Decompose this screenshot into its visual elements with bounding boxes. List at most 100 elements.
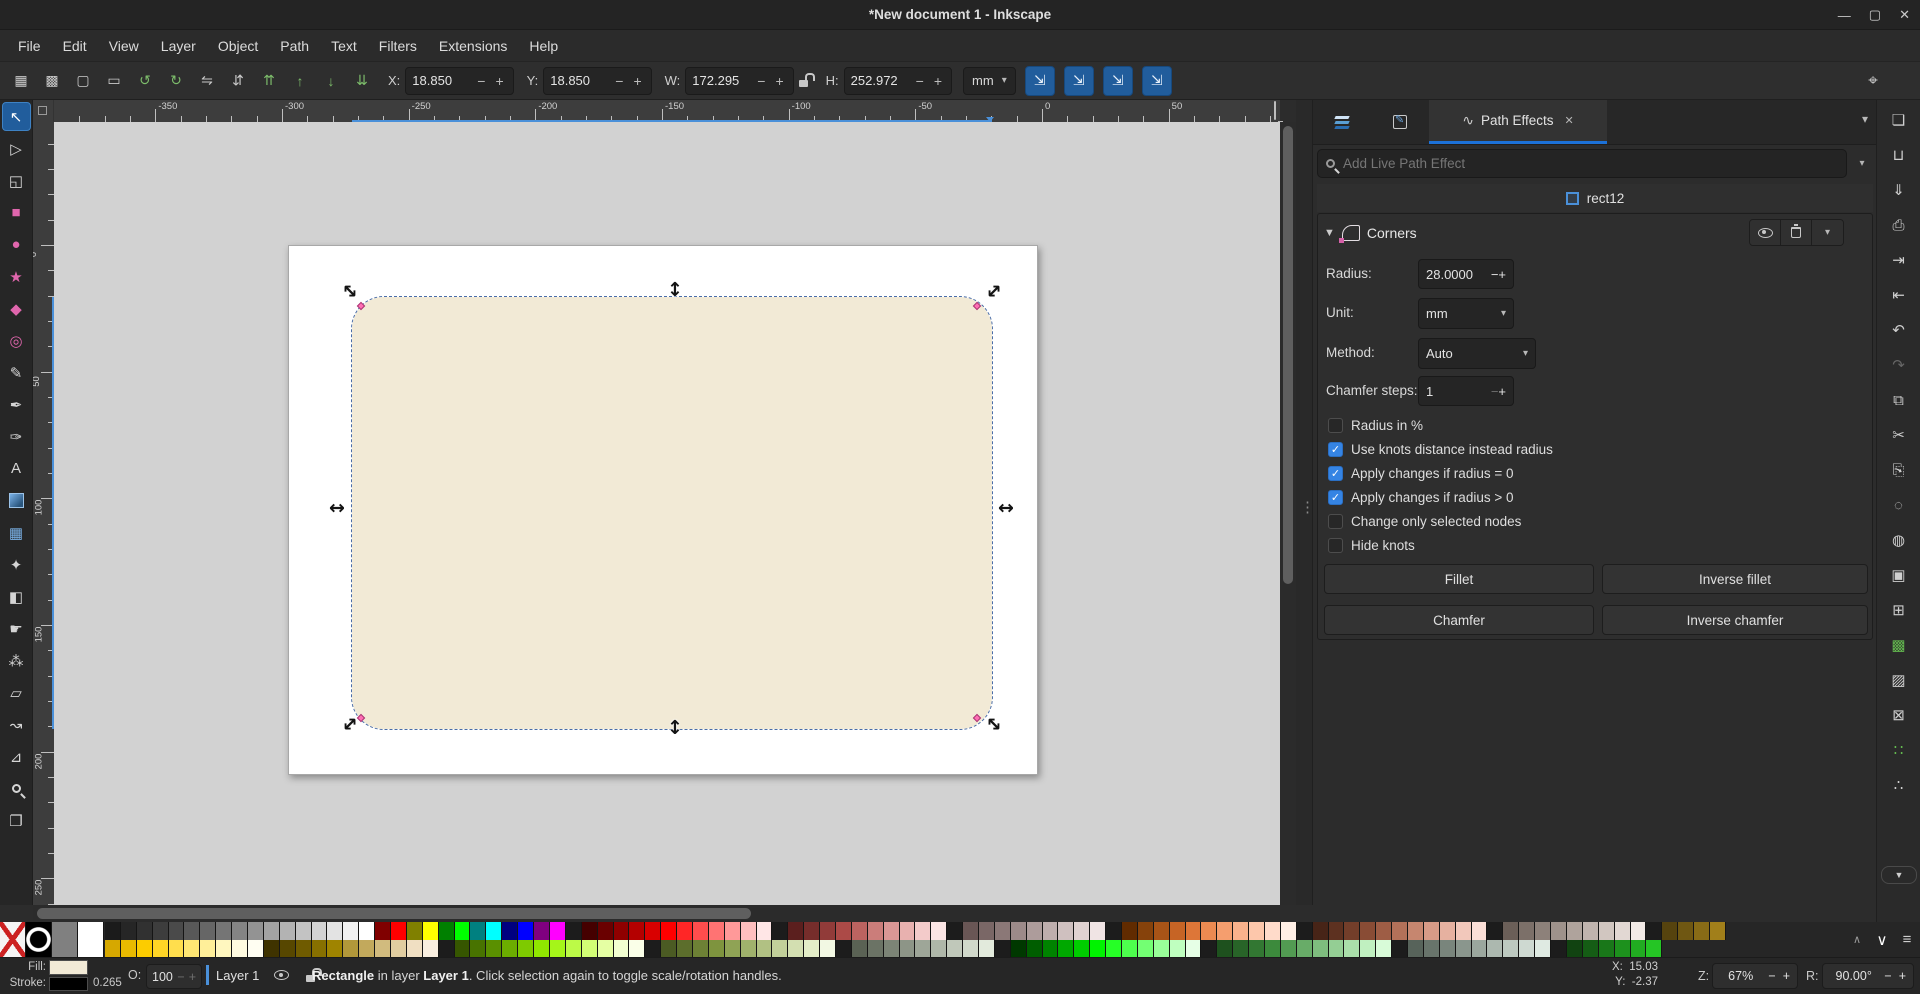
- color-swatch[interactable]: [1614, 939, 1631, 957]
- ungroup-icon[interactable]: ∴: [1884, 770, 1914, 800]
- star-tool[interactable]: ★: [2, 262, 31, 291]
- color-swatch[interactable]: [1423, 922, 1440, 940]
- minus-icon[interactable]: −: [177, 970, 184, 984]
- color-swatch[interactable]: [1042, 939, 1059, 957]
- open-document-icon[interactable]: ⊔: [1884, 140, 1914, 170]
- plus-icon[interactable]: +: [189, 970, 196, 984]
- color-swatch[interactable]: [994, 939, 1011, 957]
- color-swatch[interactable]: [1058, 922, 1075, 940]
- color-swatch[interactable]: [1360, 922, 1377, 940]
- horizontal-scrollbar[interactable]: [33, 905, 1280, 922]
- color-swatch[interactable]: [581, 922, 598, 940]
- color-swatch[interactable]: [422, 939, 439, 957]
- color-swatch[interactable]: [248, 922, 264, 940]
- color-swatch[interactable]: [677, 939, 693, 957]
- color-swatch[interactable]: [1582, 922, 1599, 940]
- color-swatch[interactable]: [438, 922, 455, 940]
- color-swatch[interactable]: [120, 939, 137, 957]
- stroke-swatch[interactable]: [49, 977, 88, 991]
- checkbox-apply-changes-if-radius-0[interactable]: ✓ Apply changes if radius > 0: [1328, 488, 1513, 506]
- color-swatch[interactable]: [168, 922, 185, 940]
- box-3d-tool[interactable]: ◆: [2, 294, 31, 323]
- group-icon[interactable]: ∷: [1884, 735, 1914, 765]
- color-swatch[interactable]: [343, 922, 360, 940]
- color-swatch[interactable]: [1471, 939, 1488, 957]
- vertical-scrollbar-thumb[interactable]: [1283, 126, 1293, 584]
- horizontal-scrollbar-thumb[interactable]: [37, 908, 751, 919]
- color-swatch[interactable]: [518, 939, 535, 957]
- color-swatch[interactable]: [1646, 922, 1663, 940]
- color-swatch[interactable]: [1408, 939, 1424, 957]
- ruler-corner[interactable]: [33, 100, 54, 122]
- cut-icon[interactable]: ✂: [1884, 420, 1914, 450]
- color-swatch[interactable]: [978, 939, 995, 957]
- palette-menu-icon[interactable]: ≡: [1896, 922, 1918, 957]
- color-swatch[interactable]: [295, 939, 312, 957]
- checkbox-icon[interactable]: [1328, 537, 1343, 553]
- color-swatch[interactable]: [1026, 939, 1043, 957]
- scale-handle-icon[interactable]: ↔: [995, 497, 1017, 519]
- tweak-tool[interactable]: ☛: [2, 614, 31, 643]
- color-swatch[interactable]: [1709, 922, 1726, 940]
- color-swatch[interactable]: [899, 939, 916, 957]
- color-swatch[interactable]: [740, 939, 757, 957]
- plus-icon[interactable]: +: [1498, 267, 1506, 282]
- tab-objects[interactable]: [1371, 100, 1429, 144]
- menu-text[interactable]: Text: [321, 34, 367, 58]
- color-swatch[interactable]: [549, 922, 566, 940]
- color-swatch[interactable]: [1503, 922, 1520, 940]
- save-document-icon[interactable]: ⇓: [1884, 175, 1914, 205]
- color-swatch[interactable]: [867, 939, 884, 957]
- color-swatch[interactable]: [232, 939, 249, 957]
- panel-resize-handle[interactable]: ⋮: [1296, 100, 1315, 905]
- redo-icon[interactable]: ↷: [1884, 350, 1914, 380]
- color-swatch[interactable]: [105, 939, 121, 957]
- color-swatch[interactable]: [502, 939, 519, 957]
- color-swatch[interactable]: [915, 939, 932, 957]
- color-swatch[interactable]: [1392, 939, 1409, 957]
- color-swatch[interactable]: [1487, 939, 1504, 957]
- color-swatch[interactable]: [184, 939, 201, 957]
- text-tool[interactable]: A: [2, 454, 31, 483]
- zoom-spinbox[interactable]: 67% − +: [1712, 963, 1798, 989]
- color-swatch[interactable]: [327, 939, 344, 957]
- color-swatch[interactable]: [883, 939, 900, 957]
- color-swatch[interactable]: [772, 939, 789, 957]
- scale-handle-icon[interactable]: ↔: [326, 497, 348, 519]
- lower-icon[interactable]: ↓: [318, 68, 344, 94]
- color-swatch[interactable]: [1137, 939, 1154, 957]
- color-swatch[interactable]: [645, 922, 662, 940]
- deselect-icon[interactable]: ▢: [70, 68, 96, 94]
- color-swatch[interactable]: [1598, 939, 1615, 957]
- effect-delete-button[interactable]: [1781, 220, 1812, 245]
- inverse-fillet-button[interactable]: Inverse fillet: [1602, 564, 1868, 594]
- checkbox-icon[interactable]: [1328, 417, 1343, 433]
- color-swatch[interactable]: [724, 922, 741, 940]
- fillet-button[interactable]: Fillet: [1324, 564, 1594, 594]
- color-swatch[interactable]: [1217, 922, 1234, 940]
- color-swatch[interactable]: [1137, 922, 1154, 940]
- color-swatch[interactable]: [1217, 939, 1234, 957]
- color-swatch[interactable]: [1662, 922, 1679, 940]
- color-swatch[interactable]: [534, 922, 550, 940]
- color-swatch[interactable]: [1392, 922, 1409, 940]
- h-field[interactable]: 252.972− +: [843, 66, 953, 95]
- rotate-cw-icon[interactable]: ↻: [163, 68, 189, 94]
- minus-icon[interactable]: −: [754, 73, 768, 89]
- opacity-spinbox[interactable]: 100 − +: [146, 964, 202, 989]
- color-swatch[interactable]: [1646, 939, 1663, 957]
- color-swatch[interactable]: [1153, 922, 1170, 940]
- color-swatch[interactable]: [549, 939, 566, 957]
- color-swatch[interactable]: [216, 939, 233, 957]
- color-swatch[interactable]: [1074, 922, 1091, 940]
- chamfer-steps-spinbox[interactable]: 1 − +: [1418, 376, 1514, 406]
- color-swatch[interactable]: [1455, 922, 1472, 940]
- eraser-tool[interactable]: ▱: [2, 678, 31, 707]
- maximize-button[interactable]: ▢: [1869, 7, 1881, 23]
- minus-icon[interactable]: −: [1768, 969, 1775, 983]
- color-swatch[interactable]: [1090, 939, 1107, 957]
- color-swatch[interactable]: [835, 922, 852, 940]
- shape-builder-tool[interactable]: ◱: [2, 166, 31, 195]
- dropper-tool[interactable]: ✦: [2, 550, 31, 579]
- color-swatch[interactable]: [1122, 922, 1138, 940]
